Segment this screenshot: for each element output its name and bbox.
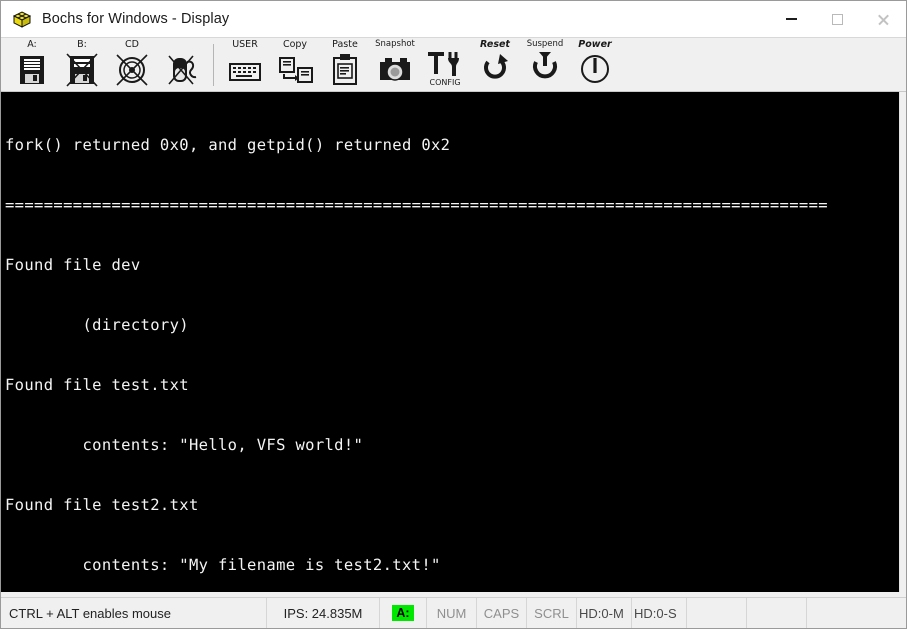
floppy-b-disabled-icon <box>63 50 101 88</box>
toolbar-separator <box>213 44 214 86</box>
toolbar-button-copy[interactable]: Copy <box>270 39 320 91</box>
vga-line: ========================================… <box>5 196 828 214</box>
status-drive-hd0-slave: HD:0-S <box>632 598 687 628</box>
vga-line: Found file test.txt <box>5 376 189 394</box>
toolbar-button-snapshot[interactable]: Snapshot <box>370 39 420 91</box>
status-indicator-caps: CAPS <box>477 598 527 628</box>
status-message: CTRL + ALT enables mouse <box>1 598 267 628</box>
mouse-disabled-icon <box>163 50 201 88</box>
status-spacer-3 <box>807 598 906 628</box>
power-icon <box>576 50 614 88</box>
user-keyboard-icon <box>226 50 264 88</box>
window-controls <box>768 1 906 37</box>
floppy-a-led-label: A: <box>392 605 414 621</box>
bochs-window: Bochs for Windows - Display A: B: CD USE… <box>0 0 907 629</box>
minimize-icon <box>785 17 797 21</box>
status-indicator-num: NUM <box>427 598 477 628</box>
vga-line: contents: "My filename is test2.txt!" <box>5 556 441 574</box>
suspend-icon <box>526 50 564 88</box>
status-drive-hd0-master: HD:0-M <box>577 598 632 628</box>
toolbar-button-reset[interactable]: Reset <box>470 39 520 91</box>
svg-text:CONFIG: CONFIG <box>429 78 460 87</box>
reset-icon <box>476 50 514 88</box>
vga-line: Found file test2.txt <box>5 496 199 514</box>
floppy-a-icon <box>13 50 51 88</box>
vga-line: contents: "Hello, VFS world!" <box>5 436 364 454</box>
status-floppy-a-led: A: <box>380 598 427 628</box>
vga-screen[interactable]: fork() returned 0x0, and getpid() return… <box>1 92 900 592</box>
toolbar-label-floppy-a: A: <box>27 39 37 50</box>
snapshot-camera-icon <box>376 50 414 88</box>
toolbar-label-power: Power <box>578 39 612 50</box>
toolbar: A: B: CD USER Copy Paste Snapshot CONFIG… <box>1 37 906 92</box>
status-ips: IPS: 24.835M <box>267 598 380 628</box>
status-spacer-2 <box>747 598 807 628</box>
vga-text-buffer: fork() returned 0x0, and getpid() return… <box>1 92 899 592</box>
vga-line: Found file dev <box>5 256 141 274</box>
toolbar-button-floppy-b[interactable]: B: <box>57 39 107 91</box>
maximize-icon <box>831 13 843 25</box>
toolbar-button-paste[interactable]: Paste <box>320 39 370 91</box>
toolbar-label-config-top <box>443 39 446 50</box>
vga-line: (directory) <box>5 316 189 334</box>
status-spacer-1 <box>687 598 747 628</box>
status-indicator-scrl: SCRL <box>527 598 577 628</box>
config-tools-icon: CONFIG <box>426 50 464 88</box>
minimize-button[interactable] <box>768 1 814 37</box>
paste-icon <box>326 50 364 88</box>
maximize-button[interactable] <box>814 1 860 37</box>
title-bar-left: Bochs for Windows - Display <box>1 9 768 29</box>
bochs-box-icon <box>12 9 32 29</box>
title-bar: Bochs for Windows - Display <box>1 1 906 37</box>
window-title: Bochs for Windows - Display <box>42 11 230 27</box>
toolbar-button-mouse[interactable] <box>157 39 207 91</box>
toolbar-label-reset: Reset <box>480 39 510 50</box>
toolbar-label-cdrom: CD <box>125 39 139 50</box>
toolbar-label-paste: Paste <box>332 39 358 50</box>
status-bar: CTRL + ALT enables mouse IPS: 24.835M A:… <box>1 597 906 628</box>
vga-display-area: fork() returned 0x0, and getpid() return… <box>1 92 906 597</box>
copy-icon <box>276 50 314 88</box>
toolbar-label-floppy-b: B: <box>77 39 87 50</box>
toolbar-button-power[interactable]: Power <box>570 39 620 91</box>
close-icon <box>877 13 890 26</box>
toolbar-button-cdrom[interactable]: CD <box>107 39 157 91</box>
toolbar-label-snapshot: Snapshot <box>375 39 415 49</box>
toolbar-button-user[interactable]: USER <box>220 39 270 91</box>
close-button[interactable] <box>860 1 906 37</box>
vga-line: fork() returned 0x0, and getpid() return… <box>5 136 451 154</box>
toolbar-button-config[interactable]: CONFIG <box>420 39 470 91</box>
toolbar-button-suspend[interactable]: Suspend <box>520 39 570 91</box>
cdrom-disabled-icon <box>113 50 151 88</box>
toolbar-label-copy: Copy <box>282 39 308 50</box>
toolbar-label-suspend: Suspend <box>526 39 564 49</box>
toolbar-label-user: USER <box>232 39 258 50</box>
toolbar-button-floppy-a[interactable]: A: <box>7 39 57 91</box>
